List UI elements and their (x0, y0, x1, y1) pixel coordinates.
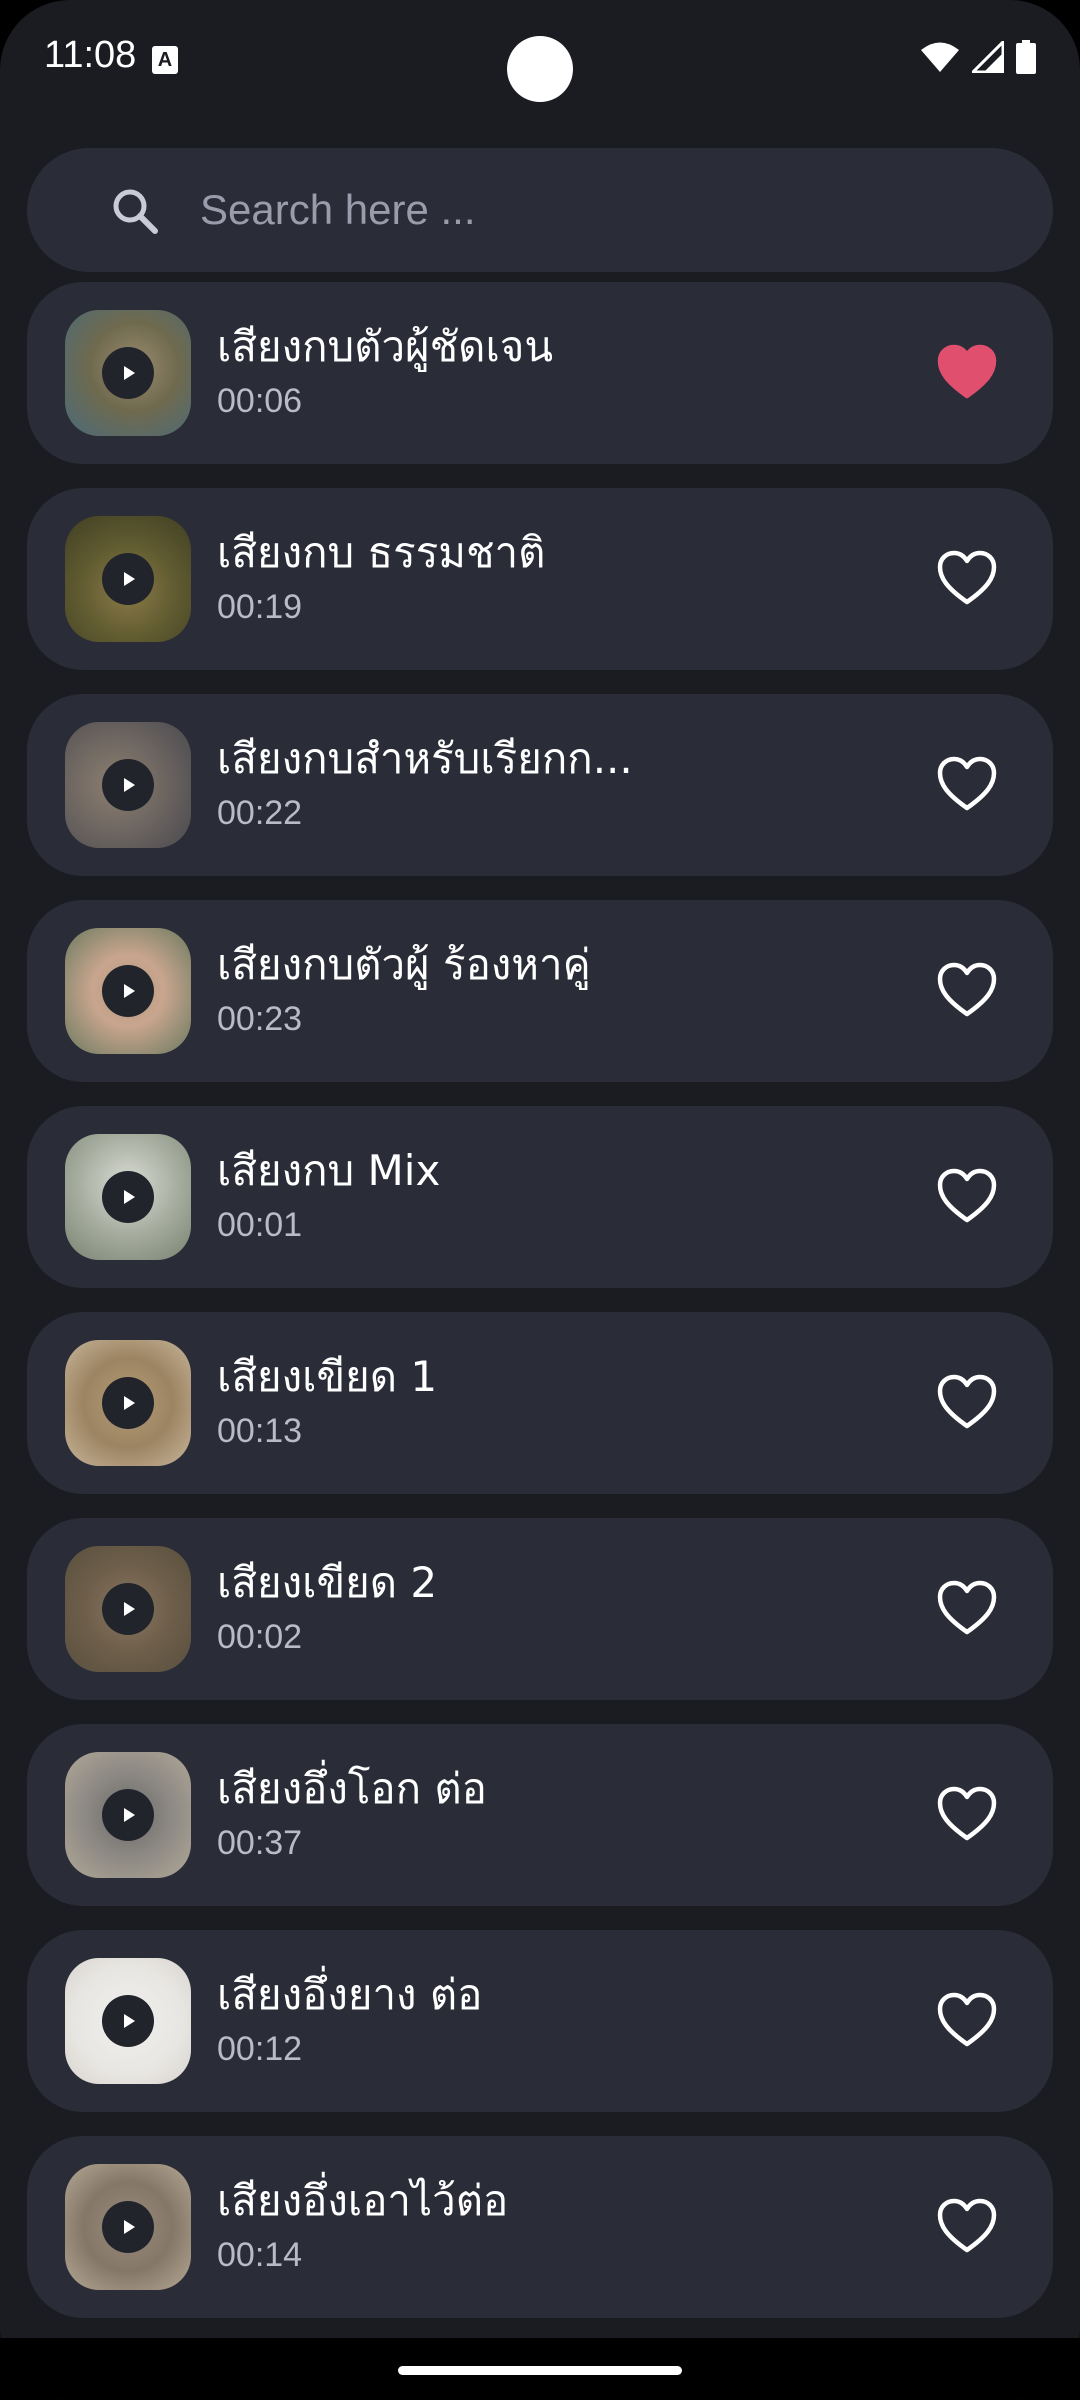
sound-list-item[interactable]: เสียงเขียด 2 00:02 (27, 1518, 1053, 1700)
sound-title: เสียงอึ่งโอก ต่อ (217, 1764, 487, 1813)
sound-list-item[interactable]: เสียงกบตัวผู้ ร้องหาคู่ 00:23 (27, 900, 1053, 1082)
sound-thumbnail[interactable] (65, 1546, 191, 1672)
play-button[interactable] (102, 1583, 154, 1635)
sound-duration: 00:19 (217, 588, 303, 626)
play-icon (124, 778, 135, 792)
status-time: 11:08 (44, 34, 137, 76)
battery-icon (1016, 40, 1036, 74)
play-icon (124, 2014, 135, 2028)
sound-title: เสียงเขียด 1 (217, 1352, 438, 1401)
favorite-heart-icon[interactable] (937, 1374, 997, 1430)
wifi-icon (921, 42, 959, 72)
search-icon (113, 189, 158, 234)
play-button[interactable] (102, 1995, 154, 2047)
play-icon (124, 366, 135, 380)
sound-thumbnail[interactable] (65, 1340, 191, 1466)
play-icon (124, 1396, 135, 1410)
sound-duration: 00:02 (217, 1618, 303, 1656)
sound-title: เสียงกบ Mix (217, 1146, 441, 1195)
sound-duration: 00:22 (217, 794, 303, 832)
favorite-heart-icon[interactable] (937, 756, 997, 812)
sound-duration: 00:06 (217, 382, 303, 420)
sound-duration: 00:12 (217, 2030, 303, 2068)
cell-signal-icon (972, 41, 1004, 73)
search-bar[interactable] (27, 148, 1053, 272)
favorite-heart-icon[interactable] (937, 344, 997, 400)
favorite-heart-icon[interactable] (937, 1168, 997, 1224)
sound-thumbnail[interactable] (65, 2164, 191, 2290)
play-icon (124, 572, 135, 586)
home-indicator[interactable] (398, 2366, 682, 2375)
status-bar: 11:08 A (0, 0, 1080, 120)
favorite-heart-icon[interactable] (937, 1786, 997, 1842)
sound-list-item[interactable]: เสียงอึ่งเอาไว้ต่อ 00:14 (27, 2136, 1053, 2318)
sound-list-item[interactable]: เสียงกบ Mix 00:01 (27, 1106, 1053, 1288)
notification-icon: A (152, 46, 178, 74)
sound-title: เสียงกบตัวผู้ชัดเจน (217, 322, 554, 371)
play-button[interactable] (102, 1171, 154, 1223)
favorite-heart-icon[interactable] (937, 1992, 997, 2048)
camera-cutout (507, 36, 573, 102)
favorite-heart-icon[interactable] (937, 962, 997, 1018)
sound-duration: 00:23 (217, 1000, 303, 1038)
play-button[interactable] (102, 965, 154, 1017)
play-button[interactable] (102, 759, 154, 811)
app-screen: 11:08 A Search here ... เสียงกบตัวผู้ชัด… (0, 0, 1080, 2400)
sound-list: เสียงกบตัวผู้ชัดเจน 00:06 เสียงกบ ธรรมชา… (27, 282, 1053, 2332)
favorite-heart-icon[interactable] (937, 1580, 997, 1636)
play-icon (124, 1602, 135, 1616)
sound-list-item[interactable]: เสียงอึ่งโอก ต่อ 00:37 (27, 1724, 1053, 1906)
play-button[interactable] (102, 1377, 154, 1429)
sound-thumbnail[interactable] (65, 722, 191, 848)
sound-title: เสียงเขียด 2 (217, 1558, 438, 1607)
sound-thumbnail[interactable] (65, 1134, 191, 1260)
favorite-heart-icon[interactable] (937, 2198, 997, 2254)
sound-thumbnail[interactable] (65, 928, 191, 1054)
sound-duration: 00:13 (217, 1412, 303, 1450)
sound-title: เสียงกบสำหรับเรียกก... (217, 734, 633, 783)
sound-list-item[interactable]: เสียงกบ ธรรมชาติ 00:19 (27, 488, 1053, 670)
sound-list-item[interactable]: เสียงอึ่งยาง ต่อ 00:12 (27, 1930, 1053, 2112)
sound-list-item[interactable]: เสียงกบตัวผู้ชัดเจน 00:06 (27, 282, 1053, 464)
sound-thumbnail[interactable] (65, 310, 191, 436)
status-icons (920, 40, 1036, 74)
sound-list-item[interactable]: เสียงกบสำหรับเรียกก... 00:22 (27, 694, 1053, 876)
sound-duration: 00:37 (217, 1824, 303, 1862)
sound-duration: 00:01 (217, 1206, 303, 1244)
favorite-heart-icon[interactable] (937, 550, 997, 606)
play-icon (124, 984, 135, 998)
search-input[interactable] (200, 178, 1000, 242)
sound-title: เสียงอึ่งเอาไว้ต่อ (217, 2176, 509, 2225)
sound-title: เสียงกบ ธรรมชาติ (217, 528, 546, 577)
play-icon (124, 1190, 135, 1204)
play-icon (124, 2220, 135, 2234)
sound-thumbnail[interactable] (65, 516, 191, 642)
play-button[interactable] (102, 347, 154, 399)
sound-title: เสียงอึ่งยาง ต่อ (217, 1970, 483, 2019)
sound-thumbnail[interactable] (65, 1958, 191, 2084)
sound-title: เสียงกบตัวผู้ ร้องหาคู่ (217, 940, 591, 989)
play-button[interactable] (102, 2201, 154, 2253)
play-button[interactable] (102, 1789, 154, 1841)
play-icon (124, 1808, 135, 1822)
sound-thumbnail[interactable] (65, 1752, 191, 1878)
sound-list-item[interactable]: เสียงเขียด 1 00:13 (27, 1312, 1053, 1494)
sound-duration: 00:14 (217, 2236, 303, 2274)
play-button[interactable] (102, 553, 154, 605)
